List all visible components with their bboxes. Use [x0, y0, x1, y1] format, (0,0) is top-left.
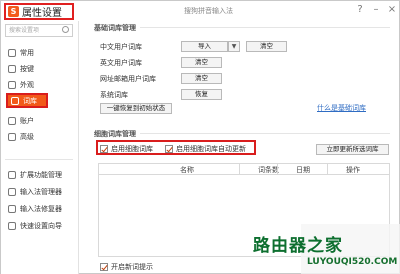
column-count: 词条数 — [258, 166, 279, 174]
auto-update-checkbox[interactable] — [165, 145, 173, 153]
column-divider — [277, 164, 278, 175]
page-title: 属性设置 — [22, 8, 62, 19]
watermark-url: LUYOUQI520.COM — [307, 257, 398, 267]
restore-system-button[interactable]: 恢复 — [181, 89, 222, 100]
manager-icon — [8, 187, 16, 196]
dictionary-icon — [11, 96, 19, 105]
help-button[interactable]: ? — [353, 2, 367, 16]
clear-english-button[interactable]: 清空 — [181, 57, 222, 68]
chinese-user-dict-label: 中文用户词库 — [100, 43, 142, 51]
search-icon[interactable] — [62, 26, 69, 33]
new-word-tip-checkbox[interactable] — [100, 263, 108, 271]
watermark-logo: 路由器之家 — [253, 236, 343, 256]
sidebar-item-keys[interactable]: 按键 — [5, 61, 75, 76]
extension-icon — [8, 170, 16, 179]
sidebar-divider — [5, 159, 73, 160]
sidebar-tool-extensions[interactable]: 扩展功能管理 — [5, 167, 75, 182]
column-divider — [239, 164, 240, 175]
minimize-button[interactable]: – — [369, 2, 383, 16]
close-button[interactable]: × — [385, 2, 399, 16]
sidebar-item-common[interactable]: 常用 — [5, 45, 75, 60]
shirt-icon — [8, 80, 16, 89]
gear-icon — [8, 132, 16, 141]
auto-update-option[interactable]: 启用细胞词库自动更新 — [165, 144, 246, 154]
sidebar-item-account[interactable]: 账户 — [5, 113, 75, 128]
key-icon — [8, 64, 16, 73]
import-dropdown-chevron-icon[interactable]: ▼ — [228, 41, 240, 52]
cloud-section-title: 细胞词库管理 — [94, 130, 136, 138]
sidebar-tool-manager[interactable]: 输入法管理器 — [5, 184, 75, 199]
title-box: S 属性设置 — [4, 3, 74, 20]
basic-section-divider — [140, 27, 390, 28]
new-word-tip-option[interactable]: 开启新词提示 — [100, 262, 153, 272]
enable-cloud-dict-option[interactable]: 启用细胞词库 — [100, 144, 153, 154]
url-email-dict-label: 网址邮箱用户词库 — [100, 75, 156, 83]
sidebar-item-dictionary[interactable]: 词库 — [6, 93, 48, 108]
window-title: 搜狗拼音输入法 — [184, 7, 233, 15]
one-click-restore-button[interactable]: 一键恢复到初始状态 — [100, 103, 172, 114]
repair-icon — [8, 204, 16, 213]
settings-icon — [8, 48, 16, 57]
clear-chinese-button[interactable]: 清空 — [246, 41, 287, 52]
settings-window: S 属性设置 搜狗拼音输入法 ? – × 搜索设置项 常用 按键 外观 词库 账… — [0, 0, 400, 274]
wizard-icon — [8, 221, 16, 230]
column-name: 名称 — [180, 166, 194, 174]
table-header: 名称 词条数 日期 操作 — [99, 164, 389, 175]
sidebar-tool-repair[interactable]: 输入法修复器 — [5, 201, 75, 216]
sidebar: 搜索设置项 常用 按键 外观 词库 账户 高级 扩展功能管理 输入法管理器 输入… — [1, 21, 79, 274]
column-divider — [327, 164, 328, 175]
basic-section-title: 基础词库管理 — [94, 24, 136, 32]
sidebar-item-appearance[interactable]: 外观 — [5, 77, 75, 92]
sidebar-tool-wizard[interactable]: 快速设置向导 — [5, 218, 75, 233]
system-dict-label: 系统词库 — [100, 91, 128, 99]
english-user-dict-label: 英文用户词库 — [100, 59, 142, 67]
import-button[interactable]: 导入 — [181, 41, 228, 52]
clear-url-email-button[interactable]: 清空 — [181, 73, 222, 84]
sidebar-item-advanced[interactable]: 高级 — [5, 129, 75, 144]
column-action: 操作 — [346, 166, 360, 174]
column-date: 日期 — [296, 166, 310, 174]
user-icon — [8, 116, 16, 125]
what-is-basic-dict-link[interactable]: 什么是基础词库 — [317, 103, 366, 113]
enable-cloud-dict-checkbox[interactable] — [100, 145, 108, 153]
update-selected-button[interactable]: 立即更新所选词库 — [316, 144, 389, 155]
sogou-logo-icon: S — [8, 6, 19, 17]
cloud-section-divider — [140, 133, 390, 134]
